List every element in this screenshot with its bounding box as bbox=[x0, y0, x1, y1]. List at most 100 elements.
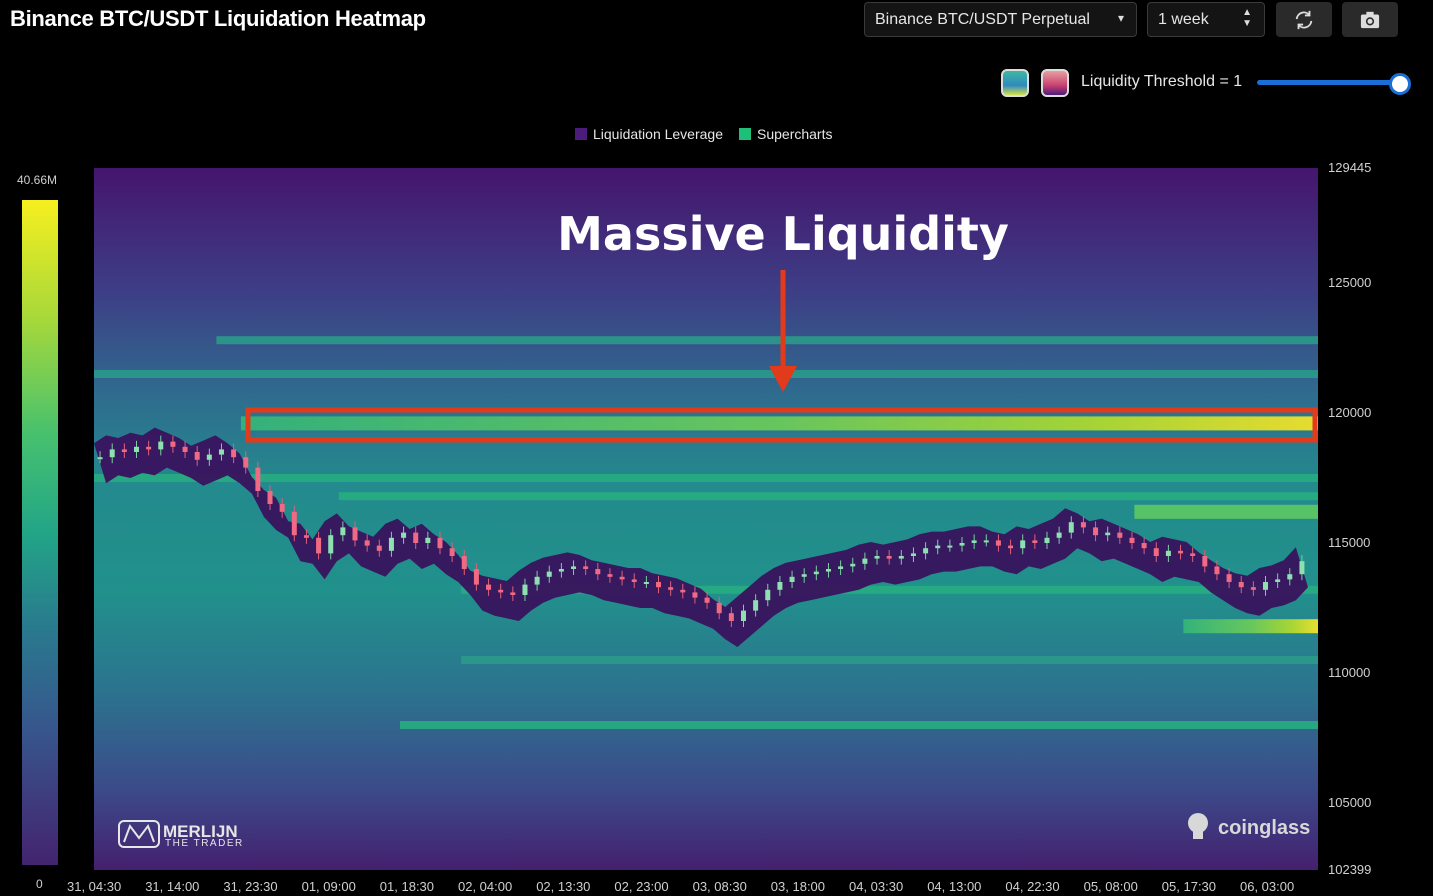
candle bbox=[486, 584, 492, 590]
candle bbox=[1287, 574, 1293, 580]
candle bbox=[838, 566, 844, 569]
candle bbox=[316, 537, 322, 554]
svg-text:coinglass: coinglass bbox=[1218, 817, 1310, 839]
x-tick-label: 02, 04:00 bbox=[458, 879, 512, 894]
candle bbox=[376, 545, 382, 551]
candle bbox=[461, 556, 467, 569]
candle bbox=[789, 576, 795, 582]
candle bbox=[364, 540, 370, 546]
candle bbox=[510, 592, 516, 595]
candle bbox=[109, 449, 115, 458]
candle bbox=[874, 556, 880, 559]
candle bbox=[1093, 527, 1099, 536]
candle bbox=[218, 449, 224, 455]
candle bbox=[983, 540, 989, 543]
x-tick-label: 02, 23:00 bbox=[614, 879, 668, 894]
candle bbox=[546, 571, 552, 577]
x-tick-label: 04, 13:00 bbox=[927, 879, 981, 894]
candle bbox=[291, 511, 297, 536]
y-tick-label: 110000 bbox=[1328, 665, 1370, 680]
annotation-text: Massive Liquidity bbox=[557, 207, 1009, 261]
candle bbox=[898, 556, 904, 559]
candle bbox=[352, 527, 358, 541]
candle bbox=[206, 454, 212, 460]
candle bbox=[910, 553, 916, 556]
candle bbox=[1178, 550, 1184, 554]
y-tick-label: 115000 bbox=[1328, 535, 1370, 550]
candle bbox=[631, 579, 637, 582]
candle bbox=[1020, 540, 1026, 549]
candle bbox=[1056, 532, 1062, 538]
candle bbox=[97, 457, 103, 460]
candle bbox=[935, 545, 941, 549]
candle bbox=[437, 537, 443, 549]
candle bbox=[121, 449, 127, 452]
candle bbox=[425, 537, 431, 543]
candle bbox=[971, 540, 977, 543]
y-tick-label: 102399 bbox=[1328, 862, 1371, 877]
candle bbox=[388, 537, 394, 551]
candle bbox=[728, 613, 734, 621]
candle bbox=[1080, 522, 1086, 528]
candle bbox=[1250, 587, 1256, 590]
candle bbox=[243, 457, 249, 468]
candle bbox=[1044, 537, 1050, 543]
candle bbox=[947, 545, 953, 548]
candle bbox=[303, 535, 309, 538]
candle bbox=[1275, 579, 1281, 582]
x-tick-label: 01, 18:30 bbox=[380, 879, 434, 894]
liquidity-band bbox=[240, 416, 1318, 431]
candle bbox=[740, 610, 746, 621]
candle bbox=[995, 540, 1001, 546]
x-tick-label: 31, 04:30 bbox=[67, 879, 121, 894]
candle bbox=[1202, 556, 1208, 567]
x-tick-label: 05, 17:30 bbox=[1162, 879, 1216, 894]
x-tick-label: 01, 09:00 bbox=[302, 879, 356, 894]
candle bbox=[1008, 545, 1014, 549]
candle bbox=[534, 576, 540, 585]
x-tick-label: 03, 18:00 bbox=[771, 879, 825, 894]
candle bbox=[231, 449, 237, 458]
candle bbox=[1141, 543, 1147, 549]
candle bbox=[886, 556, 892, 559]
candle bbox=[133, 446, 139, 452]
candle bbox=[498, 589, 504, 593]
candle bbox=[656, 582, 662, 588]
candle bbox=[923, 548, 929, 554]
liquidity-band bbox=[94, 370, 1318, 378]
candle bbox=[1214, 566, 1220, 575]
candle bbox=[1105, 532, 1111, 536]
candle bbox=[704, 597, 710, 603]
candle bbox=[1153, 548, 1159, 556]
candle bbox=[1226, 574, 1232, 582]
x-tick-label: 04, 03:30 bbox=[849, 879, 903, 894]
candle bbox=[449, 548, 455, 556]
candle bbox=[959, 543, 965, 546]
candle bbox=[1263, 582, 1269, 590]
candle bbox=[1165, 550, 1171, 556]
candle bbox=[146, 446, 152, 450]
candle bbox=[692, 592, 698, 598]
candle bbox=[813, 571, 819, 575]
liquidity-band bbox=[94, 474, 1318, 482]
x-tick-label: 06, 03:00 bbox=[1240, 879, 1294, 894]
y-tick-label: 129445 bbox=[1328, 160, 1371, 175]
x-tick-label: 03, 08:30 bbox=[693, 879, 747, 894]
candle bbox=[413, 532, 419, 543]
candle bbox=[473, 569, 479, 585]
candle bbox=[607, 574, 613, 577]
candle bbox=[1117, 532, 1123, 538]
candle bbox=[668, 587, 674, 590]
candle bbox=[194, 452, 200, 460]
candle bbox=[1238, 582, 1244, 588]
x-tick-label: 31, 23:30 bbox=[223, 879, 277, 894]
candle bbox=[595, 569, 601, 575]
candle bbox=[777, 582, 783, 590]
x-tick-label: 02, 13:30 bbox=[536, 879, 590, 894]
y-tick-label: 120000 bbox=[1328, 405, 1371, 420]
candle bbox=[279, 504, 285, 512]
x-tick-label: 31, 14:00 bbox=[145, 879, 199, 894]
candle bbox=[401, 532, 407, 538]
candle bbox=[801, 574, 807, 577]
heatmap-chart[interactable]: 129445 125000 120000 115000 110000 105000 1023… bbox=[0, 0, 1433, 896]
